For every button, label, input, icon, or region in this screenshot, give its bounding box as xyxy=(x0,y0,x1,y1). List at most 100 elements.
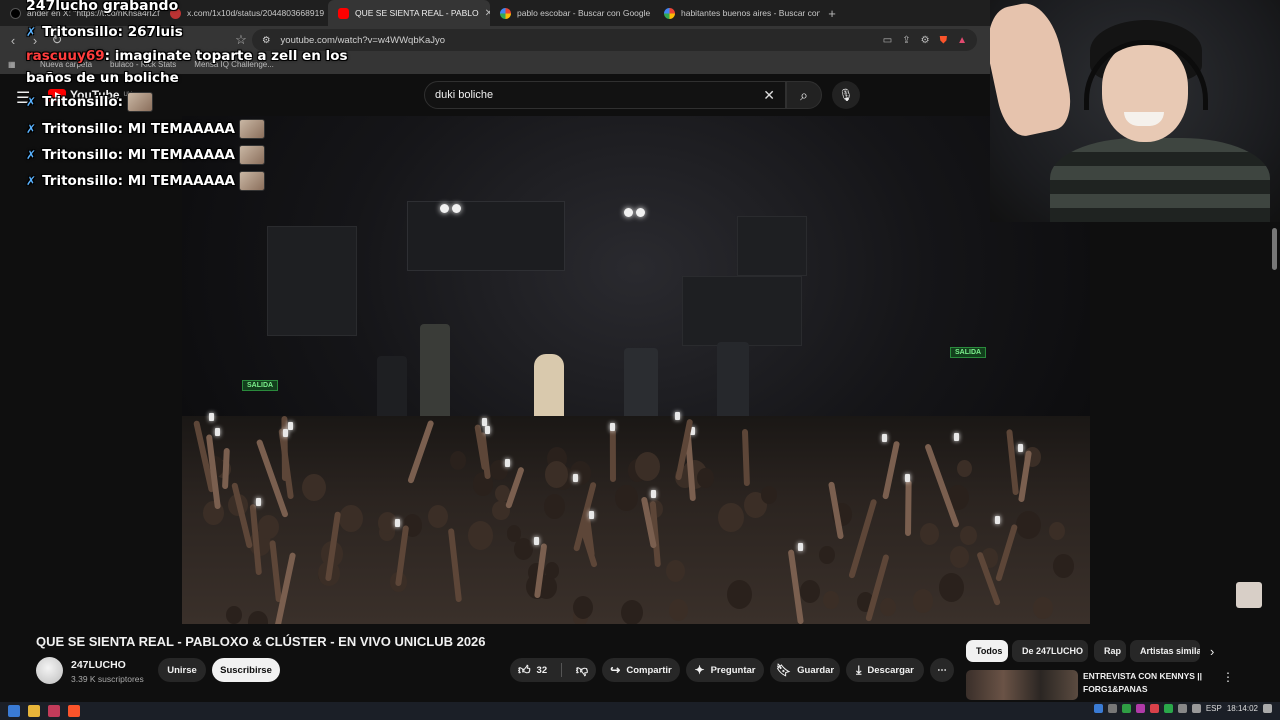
brave-shield-icon[interactable]: ⛊ xyxy=(940,35,948,46)
channel-avatar[interactable] xyxy=(36,657,63,684)
save-button[interactable]: 🔖︎ Guardar xyxy=(770,658,840,682)
tray-app-icon[interactable] xyxy=(1121,704,1131,713)
chat-message: ✗ Tritonsillo : xyxy=(26,92,154,112)
like-count: 32 xyxy=(536,664,548,676)
floating-thumbnail[interactable] xyxy=(1236,582,1262,608)
input-language[interactable]: ESP xyxy=(1206,704,1222,713)
chip-channel[interactable]: De 247LUCHO xyxy=(1012,640,1088,662)
video-player[interactable]: SALIDA SALIDA xyxy=(182,116,1090,624)
crowd-head xyxy=(800,579,821,603)
tab-youtube-active[interactable]: QUE SE SIENTA REAL - PABLO ✕ xyxy=(328,0,490,26)
clock[interactable]: 18:14:02 xyxy=(1227,704,1258,713)
crowd-head xyxy=(697,468,715,489)
scrollbar-thumb[interactable] xyxy=(1272,228,1277,270)
ask-label: Preguntar xyxy=(710,664,756,676)
crowd-head xyxy=(718,502,744,533)
chat-username: rascuuy69 xyxy=(26,48,105,64)
tray-app-icon[interactable] xyxy=(1107,704,1117,713)
download-button[interactable]: ⤓ Descargar xyxy=(846,658,924,682)
share-icon[interactable]: ⇪ xyxy=(902,35,910,46)
brave-rewards-icon[interactable]: ▲ xyxy=(957,35,967,46)
chat-message: rascuuy69 : imaginate toparte a zell en … xyxy=(26,48,348,64)
crowd-head xyxy=(248,611,268,624)
chat-username: Tritonsillo xyxy=(42,173,118,189)
file-explorer-icon[interactable] xyxy=(28,705,40,717)
chip-rap[interactable]: Rap xyxy=(1094,640,1126,662)
google-icon xyxy=(500,7,511,19)
crowd-head xyxy=(226,605,243,624)
search-button[interactable]: ⌕ xyxy=(786,81,822,109)
phone-light xyxy=(482,417,488,426)
screen: ánder en X: "https://t.co/nKhsa4rIZf" x.… xyxy=(0,0,1280,720)
raised-arm xyxy=(448,527,463,602)
chip-similar-artists[interactable]: Artistas simila xyxy=(1130,640,1200,662)
tab-google-search-2[interactable]: habitantes buenos aires - Buscar con ✕ xyxy=(654,0,820,26)
address-bar[interactable]: ⚙ youtube.com/watch?v=w4WWqbKaJyo ▭ ⇪ ⚙ … xyxy=(252,29,977,51)
chat-text: : MI TEMAAAAA xyxy=(117,173,235,189)
sparkle-icon: ✦ xyxy=(694,663,705,677)
tray-app-icon[interactable] xyxy=(1093,704,1103,713)
crowd-head xyxy=(1053,553,1074,578)
crowd-head xyxy=(1033,596,1053,620)
chat-text: baños de un boliche xyxy=(26,70,179,86)
search-input[interactable]: duki boliche ✕ xyxy=(424,81,786,109)
tray-app-icon[interactable] xyxy=(1177,704,1187,713)
more-actions-button[interactable]: ⋯ xyxy=(930,658,954,682)
sword-badge-icon: ✗ xyxy=(26,148,37,162)
share-button[interactable]: ↪ Compartir xyxy=(602,658,680,682)
phone-light xyxy=(650,489,656,498)
voice-search-button[interactable]: 🎙 xyxy=(832,81,860,109)
notifications-icon[interactable] xyxy=(1263,704,1272,713)
recommendation-thumbnail[interactable] xyxy=(966,670,1078,700)
chat-text: : MI TEMAAAAA xyxy=(117,121,235,137)
crowd-head xyxy=(939,573,965,602)
crowd-head xyxy=(257,514,280,540)
recommendation-title[interactable]: ENTREVISTA CON KENNYS || FORG1&PANAS xyxy=(1083,670,1213,696)
ask-button[interactable]: ✦ Preguntar xyxy=(686,658,764,682)
chat-message: ✗ Tritonsillo : MI TEMAAAAA xyxy=(26,171,265,191)
crowd-head xyxy=(819,546,835,564)
download-label: Descargar xyxy=(867,664,914,676)
chat-username: Tritonsillo xyxy=(42,147,118,163)
raised-arm xyxy=(847,498,878,580)
windows-start-icon[interactable] xyxy=(8,705,20,717)
phone-light xyxy=(995,515,1001,524)
chip-all[interactable]: Todos xyxy=(966,640,1008,662)
brave-browser-icon[interactable] xyxy=(68,705,80,717)
tray-app-icon[interactable] xyxy=(1163,704,1173,713)
chat-username: Tritonsillo xyxy=(42,94,118,110)
like-button[interactable]: 👍︎ 32 xyxy=(510,663,555,678)
raised-arm xyxy=(609,428,616,482)
video-title: QUE SE SIENTA REAL - PABLOXO & CLÚSTER -… xyxy=(36,634,486,649)
recommendation-more-icon[interactable]: ⋮ xyxy=(1222,670,1234,684)
crowd-head xyxy=(467,520,494,550)
dislike-button[interactable]: 👎︎ xyxy=(568,663,596,678)
speaker-icon[interactable] xyxy=(1191,704,1201,713)
tray-app-icon[interactable] xyxy=(1135,704,1145,713)
crowd-head xyxy=(913,589,934,613)
tab-google-search-1[interactable]: pablo escobar - Buscar con Google xyxy=(490,0,654,26)
raised-arm xyxy=(1006,428,1020,496)
phone-light xyxy=(1017,443,1023,452)
clear-search-icon[interactable]: ✕ xyxy=(763,87,775,104)
thumbs-up-icon: 👍︎ xyxy=(518,662,531,677)
chat-username: Tritonsillo xyxy=(42,121,118,137)
app-icon[interactable] xyxy=(48,705,60,717)
channel-name[interactable]: 247LUCHO xyxy=(71,659,126,671)
phone-light xyxy=(674,412,680,421)
download-icon: ⤓ xyxy=(856,662,862,677)
chevron-right-icon[interactable]: › xyxy=(1210,644,1214,659)
subscribe-button[interactable]: Suscribirse xyxy=(212,658,280,682)
new-tab-button[interactable]: + xyxy=(820,6,844,21)
cast-icon[interactable]: ▭ xyxy=(883,35,892,46)
tray-app-icon[interactable] xyxy=(1149,704,1159,713)
chat-text: : MI TEMAAAAA xyxy=(117,147,235,163)
settings-icon[interactable]: ⚙ xyxy=(921,35,930,46)
page-scrollbar[interactable] xyxy=(1270,222,1278,702)
system-tray: ESP 18:14:02 xyxy=(1093,704,1272,713)
phone-light xyxy=(485,425,491,434)
sword-badge-icon: ✗ xyxy=(26,95,37,109)
join-button[interactable]: Unirse xyxy=(158,658,206,682)
search-query: duki boliche xyxy=(435,89,494,101)
crowd-head xyxy=(572,596,593,620)
